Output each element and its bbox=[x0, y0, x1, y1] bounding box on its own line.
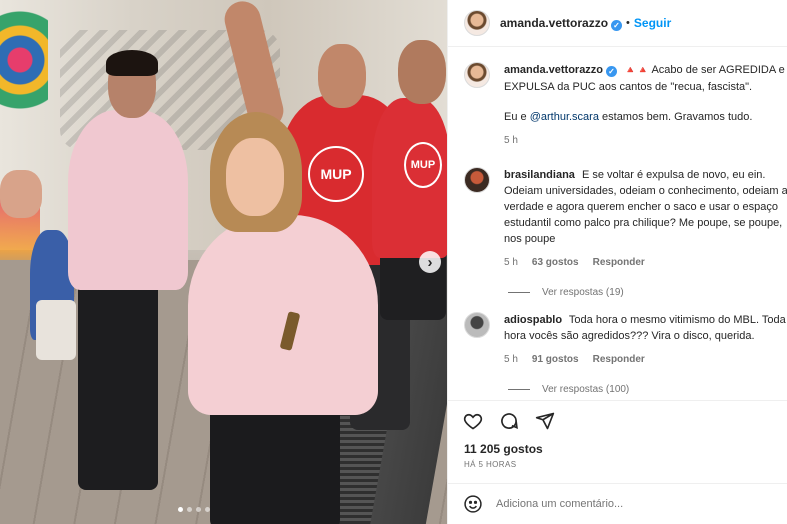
mention-link[interactable]: @arthur.scara bbox=[530, 111, 599, 123]
background-person-legs bbox=[36, 300, 76, 360]
carousel-dot bbox=[196, 507, 201, 512]
carousel-next-button[interactable]: › bbox=[419, 251, 441, 273]
man-red2-head bbox=[398, 40, 446, 104]
post-actions bbox=[448, 400, 787, 440]
caption-time: 5 h bbox=[504, 135, 518, 146]
comment-username[interactable]: brasilandiana bbox=[504, 169, 575, 181]
carousel-dot bbox=[187, 507, 192, 512]
comment-username[interactable]: adiospablo bbox=[504, 314, 562, 326]
woman-face bbox=[226, 138, 284, 216]
comment-likes[interactable]: 63 gostos bbox=[532, 255, 579, 271]
shirt-logo: MUP bbox=[308, 146, 364, 202]
avatar[interactable] bbox=[464, 312, 490, 338]
post-sidebar: amanda.vettorazzo ✓ • Seguir amanda.vetto… bbox=[447, 0, 787, 524]
post-header: amanda.vettorazzo ✓ • Seguir bbox=[448, 0, 787, 47]
share-icon[interactable] bbox=[534, 410, 556, 432]
comments-list[interactable]: amanda.vettorazzo ✓ 🔺🔺 Acabo de ser AGRED… bbox=[448, 48, 787, 398]
view-replies-button[interactable]: Ver respostas (19) bbox=[508, 287, 787, 298]
likes-count[interactable]: 11 205 gostos bbox=[464, 442, 543, 456]
comment-likes[interactable]: 91 gostos bbox=[532, 352, 579, 368]
comment-time: 5 h bbox=[504, 354, 518, 365]
comment-icon[interactable] bbox=[498, 410, 520, 432]
caption-text-2: Eu e bbox=[504, 111, 527, 123]
verified-icon: ✓ bbox=[611, 19, 623, 31]
comment-input[interactable] bbox=[496, 498, 756, 510]
avatar[interactable] bbox=[464, 10, 490, 36]
man-left-shirt bbox=[68, 110, 188, 290]
caption-username[interactable]: amanda.vettorazzo ✓ bbox=[504, 64, 618, 77]
avatar[interactable] bbox=[464, 167, 490, 193]
post-media[interactable]: MUP MUP › bbox=[0, 0, 447, 524]
view-replies-button[interactable]: Ver respostas (100) bbox=[508, 384, 787, 395]
reply-button[interactable]: Responder bbox=[593, 352, 645, 368]
follow-button[interactable]: Seguir bbox=[634, 16, 671, 30]
caption-text-3: estamos bem. Gravamos tudo. bbox=[602, 111, 753, 123]
post-time: HÁ 5 HORAS bbox=[464, 460, 517, 469]
emoji-icon[interactable] bbox=[462, 493, 484, 515]
author-username[interactable]: amanda.vettorazzo ✓ bbox=[500, 16, 623, 31]
raised-hand bbox=[0, 170, 42, 218]
mural-art bbox=[0, 0, 48, 150]
reply-button[interactable]: Responder bbox=[593, 255, 645, 271]
avatar[interactable] bbox=[464, 62, 490, 88]
woman-shirt bbox=[188, 215, 378, 415]
carousel-dot bbox=[205, 507, 210, 512]
comment-item: brasilandiana E se voltar é expulsa de n… bbox=[448, 149, 787, 271]
fire-icon: 🔺🔺 bbox=[624, 65, 649, 76]
chevron-right-icon: › bbox=[427, 253, 433, 271]
carousel-dot bbox=[178, 507, 183, 512]
caption: amanda.vettorazzo ✓ 🔺🔺 Acabo de ser AGRED… bbox=[448, 48, 787, 149]
separator: • bbox=[626, 17, 630, 29]
instagram-post-modal: MUP MUP › amanda.vettorazzo ✓ • Seguir a… bbox=[0, 0, 787, 524]
heart-icon[interactable] bbox=[462, 410, 484, 432]
verified-icon: ✓ bbox=[606, 66, 618, 77]
comment-item: adiospablo Toda hora o mesmo vitimismo d… bbox=[448, 298, 787, 368]
comment-time: 5 h bbox=[504, 257, 518, 268]
man-left-hair bbox=[106, 50, 158, 76]
shirt-logo-2: MUP bbox=[404, 142, 442, 188]
add-comment-bar bbox=[448, 483, 787, 524]
carousel-dots bbox=[178, 507, 210, 512]
man-left-pants bbox=[78, 270, 158, 490]
man-red-head bbox=[318, 44, 366, 108]
